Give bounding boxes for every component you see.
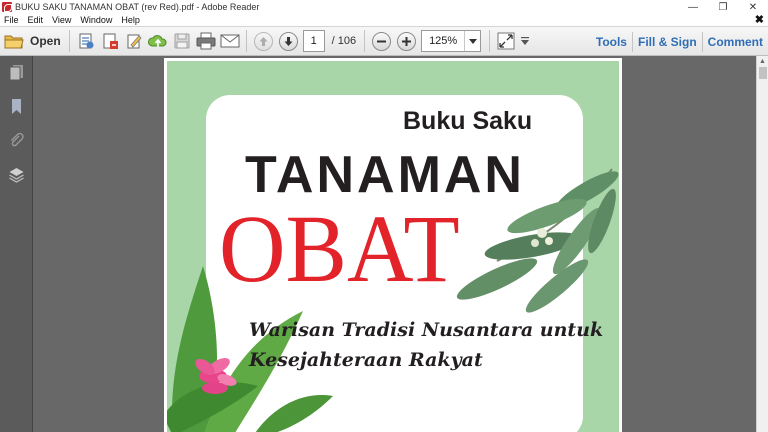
toolbar-options-icon [521,36,530,45]
create-pdf-icon [79,33,94,49]
edit-pdf-button[interactable] [122,30,146,52]
pdf-page: Buku Saku TANAMAN OBAT Warisan Tradisi N… [164,58,622,432]
toolbar-divider [364,30,366,52]
close-document-button[interactable]: ✖ [755,13,764,26]
open-button-label: Open [30,34,61,48]
menu-view[interactable]: View [52,15,71,25]
page-total: / 106 [331,35,357,47]
minimize-button[interactable]: — [678,0,708,14]
comment-link[interactable]: Comment [703,35,768,49]
customize-toolbar-button[interactable] [518,30,532,52]
restore-button[interactable]: ❐ [708,0,738,14]
layers-icon[interactable] [8,166,25,183]
cover-title-obat: OBAT [219,195,460,302]
edit-pdf-icon [127,34,142,49]
cover-subtitle-line1: Warisan Tradisi Nusantara untuk [249,319,604,341]
menu-help[interactable]: Help [121,15,140,25]
previous-page-button[interactable] [253,31,273,51]
title-bar: BUKU SAKU TANAMAN OBAT (rev Red).pdf - A… [0,0,768,14]
navigation-pane [0,56,33,432]
printer-icon [196,32,216,50]
adobe-reader-icon [2,2,12,12]
chevron-down-icon[interactable] [464,31,480,51]
toolbar: Open 1 / 106 125% Tools Fill & Sign Comm… [0,26,768,56]
cover-subtitle-line2: Kesejahteraan Rakyat [249,349,483,371]
zoom-out-button[interactable] [372,31,392,51]
open-button[interactable]: Open [0,30,65,52]
export-pdf-icon [103,33,118,49]
email-button[interactable] [218,30,242,52]
zoom-level-select[interactable]: 125% [421,30,482,52]
menu-window[interactable]: Window [80,15,112,25]
zoom-level-value: 125% [429,35,458,47]
zoom-in-button[interactable] [397,31,417,51]
page-thumbnails-icon[interactable] [8,64,25,81]
scroll-up-icon[interactable]: ▲ [759,58,766,65]
book-cover: Buku Saku TANAMAN OBAT Warisan Tradisi N… [167,61,619,432]
window-title: BUKU SAKU TANAMAN OBAT (rev Red).pdf - A… [15,2,260,12]
fill-sign-link[interactable]: Fill & Sign [633,35,702,49]
fit-page-icon [497,32,515,50]
create-pdf-button[interactable] [74,30,98,52]
upload-cloud-button[interactable] [146,30,170,52]
toolbar-divider [68,30,70,52]
folder-icon [4,35,24,48]
page-number-input[interactable]: 1 [302,30,325,52]
fit-page-button[interactable] [494,30,518,52]
bookmark-icon[interactable] [8,98,25,115]
tools-link[interactable]: Tools [591,35,632,49]
print-button[interactable] [194,30,218,52]
menu-bar: File Edit View Window Help ✖ [0,14,768,26]
export-pdf-button[interactable] [98,30,122,52]
arrow-down-icon [284,36,293,46]
menu-edit[interactable]: Edit [28,15,44,25]
close-window-button[interactable]: ✕ [738,0,768,14]
cloud-upload-icon [147,35,167,47]
save-button[interactable] [170,30,194,52]
next-page-button[interactable] [278,31,298,51]
cover-title-buku-saku: Buku Saku [403,107,533,135]
plus-icon [402,36,412,46]
document-viewer[interactable]: Buku Saku TANAMAN OBAT Warisan Tradisi N… [33,56,756,432]
attachment-icon[interactable] [8,132,25,149]
save-icon [174,33,190,49]
menu-file[interactable]: File [4,15,19,25]
minus-icon [377,40,387,42]
vertical-scrollbar[interactable]: ▲ [756,56,768,432]
envelope-icon [220,34,240,48]
window-controls: — ❐ ✕ [678,0,768,14]
task-pane-links: Tools Fill & Sign Comment [591,27,768,57]
arrow-up-icon [259,36,268,46]
scrollbar-thumb[interactable] [759,67,767,79]
toolbar-divider [489,30,491,52]
toolbar-divider [245,30,247,52]
